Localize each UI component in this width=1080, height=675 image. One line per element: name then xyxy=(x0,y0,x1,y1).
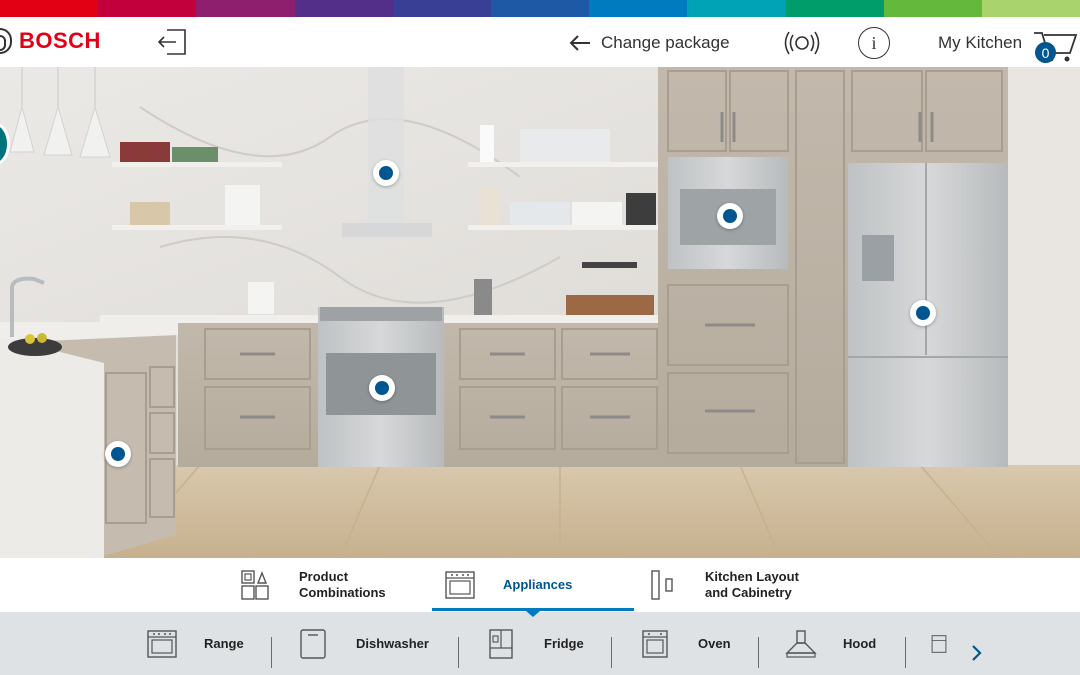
tab-kitchen-layout-line1: Kitchen Layout xyxy=(705,569,799,584)
hotspot-island[interactable] xyxy=(105,441,131,467)
tab-product-combinations[interactable]: Product Combinations xyxy=(240,558,386,612)
cart-count-badge: 0 xyxy=(1035,42,1056,63)
exit-icon xyxy=(157,29,186,55)
kitchen-scene[interactable] xyxy=(0,67,1080,558)
hotspot-fridge[interactable] xyxy=(910,300,936,326)
bosch-armature-icon xyxy=(0,28,12,54)
exit-button[interactable] xyxy=(154,24,190,60)
rainbow-segment xyxy=(687,0,786,17)
rainbow-segment xyxy=(196,0,295,17)
subcategory-divider xyxy=(758,637,759,668)
appliances-icon xyxy=(445,571,475,599)
appliance-icon-partial xyxy=(931,634,947,653)
subcategory-oven[interactable]: Oven xyxy=(641,612,731,675)
subcategory-range[interactable]: Range xyxy=(146,612,244,675)
dishwasher-icon xyxy=(300,628,326,659)
subcategory-divider xyxy=(905,637,906,668)
change-package-label: Change package xyxy=(601,33,730,52)
info-button[interactable]: i xyxy=(858,27,890,59)
subcategory-next-button[interactable] xyxy=(966,640,988,666)
product-combinations-icon xyxy=(241,570,269,600)
subcategory-divider xyxy=(458,637,459,668)
ar-view-button[interactable] xyxy=(784,27,820,59)
subcategory-fridge-label: Fridge xyxy=(544,636,584,651)
rainbow-segment xyxy=(785,0,884,17)
chevron-right-icon xyxy=(972,645,982,661)
hotspot-hood[interactable] xyxy=(373,160,399,186)
fridge-icon xyxy=(489,628,513,659)
subcategory-range-label: Range xyxy=(204,636,244,651)
subcategory-next-partial[interactable] xyxy=(930,612,948,675)
appliance-subcategory-bar: Range Dishwasher Fridge Oven Hood xyxy=(0,612,1080,675)
rainbow-segment xyxy=(883,0,982,17)
kitchen-layout-icon xyxy=(651,570,673,600)
hotspot-wall-oven[interactable] xyxy=(717,203,743,229)
info-icon: i xyxy=(871,32,877,53)
subcategory-divider xyxy=(611,637,612,668)
subcategory-fridge[interactable]: Fridge xyxy=(488,612,584,675)
ar-view-icon xyxy=(784,31,820,55)
active-tab-caret xyxy=(526,611,540,617)
subcategory-hood[interactable]: Hood xyxy=(784,612,876,675)
my-kitchen-label: My Kitchen xyxy=(938,33,1023,52)
brand-name: BOSCH xyxy=(19,28,101,53)
tab-appliances-line1: Appliances xyxy=(503,577,573,592)
subcategory-divider xyxy=(271,637,272,668)
rainbow-segment xyxy=(98,0,197,17)
top-navigation-bar: BOSCH Change package i My Kitchen 0 xyxy=(0,17,1080,67)
rainbow-segment xyxy=(589,0,688,17)
tab-product-combinations-line1: Product xyxy=(299,569,349,584)
hood-icon xyxy=(785,629,817,658)
rainbow-segment xyxy=(981,0,1080,17)
hotspot-range[interactable] xyxy=(369,375,395,401)
rainbow-segment xyxy=(294,0,393,17)
rainbow-segment xyxy=(392,0,491,17)
tab-product-combinations-line2: Combinations xyxy=(299,585,386,600)
tab-kitchen-layout-line2: and Cabinetry xyxy=(705,585,792,600)
subcategory-oven-label: Oven xyxy=(698,636,731,651)
subcategory-dishwasher[interactable]: Dishwasher xyxy=(299,612,429,675)
tab-appliances[interactable]: Appliances xyxy=(444,558,572,612)
bosch-logo: BOSCH xyxy=(0,26,101,56)
change-package-button[interactable]: Change package xyxy=(569,29,730,57)
rainbow-segment xyxy=(0,0,99,17)
category-tab-bar: Product Combinations Appliances Kitchen … xyxy=(0,558,1080,617)
subcategory-hood-label: Hood xyxy=(843,636,877,651)
arrow-left-icon xyxy=(569,35,590,51)
subcategory-dishwasher-label: Dishwasher xyxy=(356,636,429,651)
brand-color-strip xyxy=(0,0,1080,17)
my-kitchen-link[interactable]: My Kitchen xyxy=(938,29,1022,57)
tab-kitchen-layout[interactable]: Kitchen Layout and Cabinetry xyxy=(650,558,799,612)
range-icon xyxy=(147,629,177,658)
rainbow-segment xyxy=(490,0,590,17)
oven-icon xyxy=(642,629,668,658)
